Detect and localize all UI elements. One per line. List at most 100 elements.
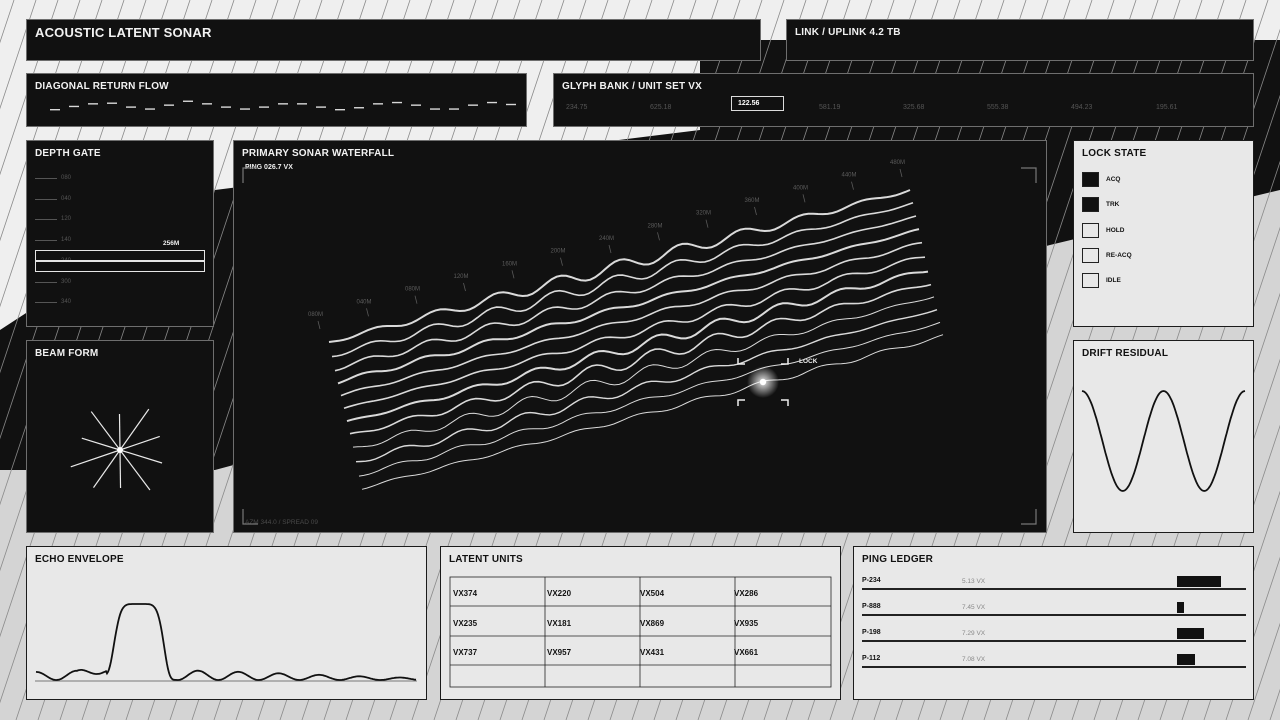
range-tick — [705, 219, 709, 228]
beam-spoke — [119, 449, 163, 464]
depth-tick — [35, 302, 57, 303]
ledger-level-bar — [1177, 628, 1205, 639]
lock-state-checkbox[interactable] — [1082, 172, 1099, 187]
waterfall-trace — [358, 321, 941, 477]
echo-envelope-panel: ECHO ENVELOPE — [26, 546, 427, 700]
latent-unit-cell[interactable]: VX737 — [453, 648, 477, 657]
depth-scale-label: 340 — [61, 299, 72, 305]
glyph-value[interactable]: 494.23 — [1071, 104, 1092, 111]
range-tick — [414, 295, 418, 304]
latent-unit-cell[interactable]: VX235 — [453, 619, 477, 628]
latent-unit-cell[interactable]: VX935 — [734, 619, 758, 628]
range-label: 320M — [696, 211, 711, 217]
range-label: 120M — [454, 274, 469, 280]
waterfall-trace — [346, 270, 929, 423]
ping-ledger-panel: PING LEDGER P-234 5.13 VX P-888 7.45 VX P-19… — [853, 546, 1254, 700]
range-tick — [851, 181, 854, 190]
lock-state-checkbox[interactable] — [1082, 247, 1099, 263]
range-label: 080M — [308, 312, 323, 318]
range-tick — [463, 282, 466, 292]
ledger-id[interactable]: P-888 — [862, 603, 881, 610]
echo-curve — [35, 603, 417, 681]
lock-state-label: RE-ACQ — [1106, 251, 1132, 259]
range-tick — [899, 168, 903, 178]
app-title: ACOUSTIC LATENT SONAR — [35, 25, 212, 40]
glyph-value-selected[interactable]: 122.56 — [731, 96, 784, 111]
depth-gate-window[interactable] — [35, 250, 205, 272]
beam-spoke — [119, 408, 150, 451]
latent-unit-cell[interactable]: VX181 — [547, 619, 571, 628]
depth-tick — [35, 219, 57, 220]
depth-scale-label: 080 — [61, 175, 72, 181]
latent-unit-cell[interactable]: VX286 — [734, 589, 758, 598]
echo-envelope-curve — [35, 603, 417, 682]
glyph-value[interactable]: 625.18 — [650, 104, 671, 111]
latent-unit-cell[interactable]: VX220 — [547, 589, 571, 598]
latent-unit-cell[interactable]: VX957 — [547, 648, 571, 657]
ledger-rule — [862, 640, 1246, 642]
waterfall-trace — [340, 241, 923, 397]
waterfall-trace — [328, 189, 911, 343]
depth-tick — [35, 178, 57, 179]
ledger-id[interactable]: P-198 — [862, 629, 881, 636]
depth-gate-title: DEPTH GATE — [35, 148, 101, 159]
glyph-value[interactable]: 195.61 — [1156, 104, 1177, 111]
frame-corner — [1021, 509, 1037, 525]
depth-tick — [35, 240, 57, 241]
frame-corner — [242, 509, 258, 525]
range-label: 240M — [599, 236, 614, 242]
latent-unit-cell[interactable]: VX431 — [640, 648, 664, 657]
lock-state-checkbox[interactable] — [1082, 273, 1099, 289]
range-tick — [802, 194, 806, 203]
latent-unit-cell[interactable]: VX661 — [734, 648, 758, 657]
range-tick — [657, 232, 660, 241]
lock-state-label: TRK — [1106, 201, 1120, 209]
beam-spoke — [119, 435, 160, 451]
beam-pattern-icon — [70, 408, 163, 491]
glyph-value[interactable]: 581.19 — [819, 104, 840, 111]
title-bar: ACOUSTIC LATENT SONAR — [26, 19, 761, 61]
primary-sonar-waterfall-panel: PRIMARY SONAR WATERFALL PING 026.7 VX AZ… — [233, 140, 1047, 533]
waterfall-trace — [334, 215, 917, 372]
range-label: 160M — [502, 261, 517, 267]
ledger-value: 7.45 VX — [962, 604, 986, 611]
target-dot[interactable] — [759, 378, 767, 386]
ledger-rule — [862, 614, 1246, 616]
drift-residual-panel: DRIFT RESIDUAL — [1073, 340, 1254, 533]
beam-spoke — [70, 449, 121, 468]
depth-scale-label: 140 — [61, 237, 72, 243]
ledger-id[interactable]: P-112 — [862, 655, 880, 662]
waterfall-plot[interactable]: 080M 040M 080M 120M 160M 200M 240M 280M 320M 360M… — [234, 141, 1045, 531]
ledger-level-bar — [1177, 576, 1221, 587]
ledger-rule — [862, 588, 1246, 590]
lock-state-panel: LOCK STATE ACQ TRK HOLD RE-ACQ IDLE — [1073, 140, 1254, 327]
lock-label: LOCK — [799, 358, 818, 365]
beam-spoke — [90, 411, 121, 451]
flow-dash-strip — [50, 100, 516, 111]
latent-unit-cell[interactable]: VX869 — [640, 619, 664, 628]
beam-spoke — [81, 437, 121, 451]
lock-state-checkbox[interactable] — [1082, 222, 1099, 238]
ledger-id[interactable]: P-234 — [862, 577, 881, 584]
depth-scale-label: 040 — [61, 196, 72, 202]
frame-corner — [242, 167, 258, 183]
range-label: 280M — [648, 223, 663, 229]
lock-state-checkbox[interactable] — [1082, 197, 1099, 213]
range-label: 080M — [405, 287, 420, 293]
link-status-bar: LINK / UPLINK 4.2 TB — [786, 19, 1254, 61]
range-tick — [511, 270, 515, 279]
glyph-value[interactable]: 555.38 — [987, 104, 1008, 111]
range-label: 440M — [842, 173, 857, 179]
range-tick — [754, 206, 757, 216]
depth-tick — [35, 199, 57, 200]
target-bracket — [781, 358, 789, 365]
target-bracket — [737, 399, 745, 406]
waterfall-trace — [355, 309, 938, 463]
drift-curve — [1081, 390, 1246, 492]
latent-unit-cell[interactable]: VX504 — [640, 589, 664, 598]
glyph-value[interactable]: 325.68 — [903, 104, 924, 111]
latent-unit-cell[interactable]: VX374 — [453, 589, 477, 598]
ledger-rule — [862, 666, 1246, 668]
glyph-value[interactable]: 234.75 — [566, 104, 587, 111]
range-tick — [560, 257, 563, 266]
